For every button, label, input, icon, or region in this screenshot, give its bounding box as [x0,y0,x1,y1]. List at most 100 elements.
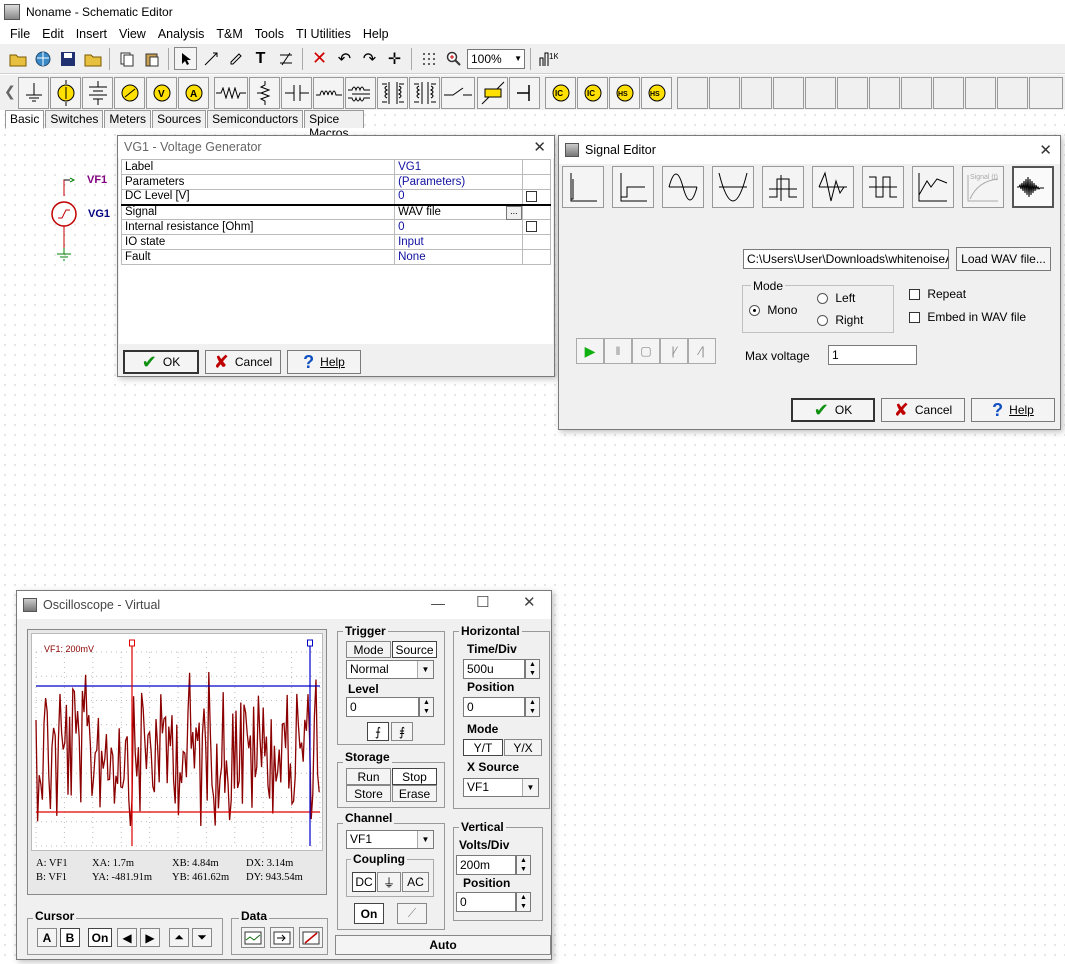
load-wav-button[interactable]: Load WAV file... [956,247,1051,271]
menu-view[interactable]: View [113,27,152,41]
ok-button[interactable]: ✔ OK [123,350,199,374]
tab-meters[interactable]: Meters [104,110,152,128]
open-file-icon[interactable] [81,47,104,70]
edit-wire-icon[interactable] [274,47,297,70]
stop-button[interactable]: Stop [392,768,437,785]
square-pulse-icon[interactable] [762,166,804,208]
scope-screen[interactable]: VF1: 200mV [31,633,323,851]
h-position-spinner[interactable]: ▲ ▼ [525,697,540,717]
open-folder-icon[interactable] [6,47,29,70]
trigger-mode-select[interactable]: Normal ▼ [346,660,434,679]
capacitor-icon[interactable] [281,77,312,109]
ideal-transformer-icon[interactable] [409,77,440,109]
controlled-source-2-icon[interactable]: HS [641,77,672,109]
select-arrow-icon[interactable] [174,47,197,70]
step-forward-icon[interactable]: |⁄ [660,338,688,364]
v-position-spinner[interactable]: ▲ ▼ [516,892,531,912]
junction-icon[interactable]: ✛ [383,47,406,70]
cancel-button[interactable]: ✘ Cancel [205,350,281,374]
export-data-icon[interactable] [241,927,265,948]
pencil-icon[interactable] [224,47,247,70]
rising-edge-icon[interactable]: ⨍ [367,722,389,741]
terminal-icon[interactable] [509,77,540,109]
table-row[interactable]: Internal resistance [Ohm] 0 [120,219,552,235]
v-position-input[interactable]: 0 [456,892,516,912]
square-wave-icon[interactable] [862,166,904,208]
potentiometer-icon[interactable] [249,77,280,109]
menu-tools[interactable]: Tools [249,27,290,41]
controlled-source-icon[interactable]: HS [609,77,640,109]
erase-button[interactable]: Erase [392,785,437,802]
mono-radio[interactable]: Mono [749,303,797,317]
clear-data-icon[interactable] [299,927,323,948]
text-tool-icon[interactable]: T [249,47,272,70]
sine-wave-icon[interactable] [662,166,704,208]
cursor-down-icon[interactable]: ⏷ [192,928,212,947]
resistor-icon[interactable] [214,77,248,109]
falling-edge-icon[interactable]: ⨎ [391,722,413,741]
voltage-source-icon[interactable] [50,77,81,109]
time-div-input[interactable]: 500u [463,659,525,679]
scroll-left-icon[interactable]: ❮ [4,83,16,100]
prop-value[interactable]: None [394,249,523,265]
damped-sine-icon[interactable] [812,166,854,208]
wire-tool-icon[interactable] [199,47,222,70]
menu-help[interactable]: Help [357,27,395,41]
minimize-icon[interactable]: — [431,595,445,611]
save-icon[interactable] [56,47,79,70]
zoom-icon[interactable] [442,47,465,70]
cursor-on-button[interactable]: On [88,928,112,947]
grid-icon[interactable] [417,47,440,70]
cursor-up-icon[interactable]: ⏶ [169,928,189,947]
ok-button[interactable]: ✔ OK [791,398,875,422]
prop-value[interactable]: Input [394,234,523,250]
play-icon[interactable]: ▶ [576,338,604,364]
pause-icon[interactable]: ‖ [604,338,632,364]
tab-basic[interactable]: Basic [5,110,45,129]
globe-icon[interactable] [31,47,54,70]
x-source-select[interactable]: VF1 ▼ [463,778,539,797]
step-back-icon[interactable]: ⁄| [688,338,716,364]
run-button[interactable]: Run [346,768,391,785]
trigger-mode-button[interactable]: Mode [346,641,391,658]
battery-icon[interactable] [82,77,113,109]
channel-select[interactable]: VF1 ▼ [346,830,434,849]
dc-level-checkbox[interactable] [525,190,537,202]
close-icon[interactable]: ✕ [1039,141,1052,159]
mode-yx-button[interactable]: Y/X [504,739,542,756]
table-row[interactable]: Signal WAV file... [120,203,552,220]
coupling-ac-button[interactable]: AC [402,872,429,892]
current-source-icon[interactable] [114,77,145,109]
close-icon[interactable]: ✕ [523,593,536,611]
ellipsis-button[interactable]: ... [505,205,522,220]
step-icon[interactable] [612,166,654,208]
switch-icon[interactable] [441,77,475,109]
piecewise-linear-icon[interactable] [912,166,954,208]
table-row[interactable]: Label VG1 [120,159,552,175]
variable-resistor-icon[interactable] [477,77,508,109]
tab-semiconductors[interactable]: Semiconductors [207,110,304,128]
menu-edit[interactable]: Edit [36,27,70,41]
unit-step-icon[interactable] [562,166,604,208]
table-row[interactable]: IO state Input [120,234,552,250]
cursor-left-icon[interactable]: ◀ [117,928,137,947]
prop-value[interactable]: (Parameters) [394,174,523,190]
tab-spice-macros[interactable]: Spice Macros [304,110,364,140]
help-button[interactable]: ? Help [287,350,361,374]
menu-tm[interactable]: T&M [210,27,248,41]
probe-icon[interactable]: ⟋ [397,903,427,924]
cursor-right-icon[interactable]: ▶ [140,928,160,947]
table-row[interactable]: DC Level [V] 0 [120,189,552,205]
store-button[interactable]: Store [346,785,391,802]
prop-value[interactable]: VG1 [394,159,523,175]
menu-ti-utilities[interactable]: TI Utilities [290,27,357,41]
schematic-circuit[interactable]: VF1 VG1 [44,168,124,263]
redo-icon[interactable]: ↷ [358,47,381,70]
component-wizard-icon[interactable]: 1K [536,47,559,70]
undo-icon[interactable]: ↶ [333,47,356,70]
prop-value-signal[interactable]: WAV file... [394,203,523,220]
auto-button[interactable]: Auto [335,935,551,955]
ground-icon[interactable] [18,77,49,109]
trigger-level-spinner[interactable]: ▲ ▼ [419,697,434,717]
cursor-b-button[interactable]: B [60,928,80,947]
